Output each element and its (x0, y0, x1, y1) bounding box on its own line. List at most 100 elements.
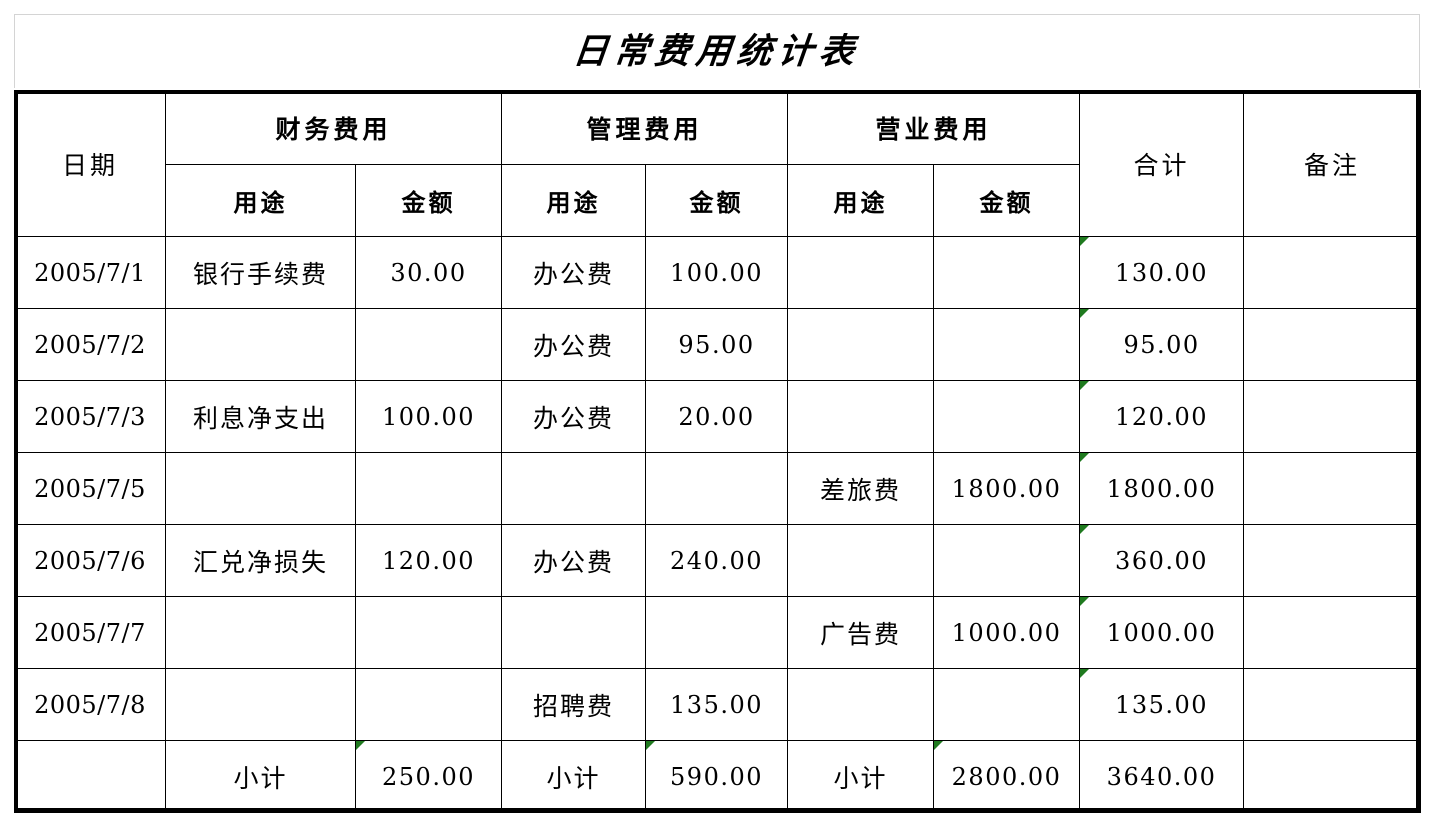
cell-date[interactable]: 2005/7/7 (14, 596, 166, 669)
cell-admin-amount[interactable]: 95.00 (645, 308, 789, 381)
cell-finance-amount-text: 100.00 (382, 402, 475, 431)
cell-finance-use[interactable]: 银行手续费 (165, 236, 356, 309)
cell-admin-use[interactable]: 办公费 (501, 236, 647, 309)
cell-sales-use[interactable] (787, 380, 935, 453)
cell-admin-use[interactable]: 招聘费 (501, 668, 647, 741)
cell-finance-amount[interactable]: 120.00 (354, 524, 503, 597)
cell-finance-amount[interactable] (354, 668, 503, 741)
cell-admin-use[interactable] (501, 596, 647, 669)
cell-sales-amount[interactable] (933, 308, 1081, 381)
cell-total[interactable]: 95.00 (1079, 308, 1245, 381)
cell-admin-use[interactable] (501, 452, 647, 525)
cell-finance-use-text: 利息净支出 (192, 405, 328, 433)
cell-note[interactable] (1243, 668, 1422, 741)
cell-total[interactable]: 360.00 (1079, 524, 1245, 597)
cell-sales-amount-text: 2800.00 (951, 762, 1062, 791)
cell-total-text: 360.00 (1115, 546, 1209, 575)
cell-sales-use[interactable]: 差旅费 (787, 452, 935, 525)
cell-date[interactable]: 2005/7/6 (14, 524, 166, 597)
cell-note[interactable] (1243, 740, 1422, 813)
cell-admin-amount[interactable]: 240.00 (645, 524, 789, 597)
column-group-header-admin: 管理费用 (501, 90, 789, 165)
cell-finance-use[interactable] (165, 668, 356, 741)
cell-sales-amount[interactable] (933, 668, 1081, 741)
cell-total-text: 95.00 (1123, 330, 1200, 359)
cell-note[interactable] (1243, 236, 1422, 309)
cell-total[interactable]: 135.00 (1079, 668, 1245, 741)
table-row: 2005/7/2 办公费 95.00 95.00 (14, 308, 1422, 381)
cell-date[interactable]: 2005/7/3 (14, 380, 166, 453)
cell-note[interactable] (1243, 380, 1422, 453)
cell-admin-amount[interactable] (645, 452, 789, 525)
cell-sales-use-text: 广告费 (820, 621, 902, 649)
expense-table-wrapper: 日期 财务费用 管理费用 营业费用 合计 备注 用途 金额 用途 金额 用途 金… (14, 90, 1422, 813)
cell-admin-use[interactable]: 办公费 (501, 524, 647, 597)
cell-date-text: 2005/7/7 (34, 618, 146, 647)
formula-marker-icon (1080, 237, 1090, 246)
column-header-admin-use: 用途 (501, 164, 647, 237)
cell-finance-amount[interactable] (354, 596, 503, 669)
cell-admin-amount-text: 135.00 (670, 690, 764, 719)
cell-finance-amount[interactable] (354, 452, 503, 525)
cell-total[interactable]: 120.00 (1079, 380, 1245, 453)
formula-marker-icon (1080, 597, 1090, 606)
cell-finance-amount[interactable] (354, 308, 503, 381)
column-group-header-sales: 营业费用 (787, 90, 1081, 165)
cell-sales-use[interactable] (787, 668, 935, 741)
cell-sales-use[interactable]: 小计 (787, 740, 935, 813)
formula-marker-icon (356, 741, 365, 750)
cell-admin-amount[interactable] (645, 596, 789, 669)
cell-date[interactable]: 2005/7/2 (14, 308, 166, 381)
cell-total[interactable]: 1000.00 (1079, 596, 1245, 669)
cell-admin-use[interactable]: 小计 (501, 740, 647, 813)
cell-finance-use[interactable] (165, 452, 356, 525)
cell-admin-amount-text: 240.00 (670, 546, 764, 575)
cell-note[interactable] (1243, 308, 1422, 381)
cell-sales-use[interactable] (787, 524, 935, 597)
cell-note[interactable] (1243, 524, 1422, 597)
cell-finance-use[interactable]: 汇兑净损失 (165, 524, 356, 597)
cell-sales-amount[interactable]: 1800.00 (933, 452, 1081, 525)
cell-admin-use-text: 办公费 (533, 261, 615, 289)
cell-admin-use[interactable]: 办公费 (501, 380, 647, 453)
sheet-title-band: 日常费用统计表 (14, 14, 1420, 88)
cell-total[interactable]: 130.00 (1079, 236, 1245, 309)
cell-date-text: 2005/7/3 (34, 402, 146, 431)
cell-sales-use[interactable] (787, 236, 935, 309)
cell-sales-amount-text: 1800.00 (951, 474, 1062, 503)
cell-sales-use[interactable]: 广告费 (787, 596, 935, 669)
cell-admin-amount[interactable]: 590.00 (645, 740, 789, 813)
cell-admin-use-text: 办公费 (533, 405, 615, 433)
cell-sales-amount[interactable]: 2800.00 (933, 740, 1081, 813)
cell-admin-amount[interactable]: 100.00 (645, 236, 789, 309)
cell-sales-amount[interactable] (933, 236, 1081, 309)
cell-admin-amount[interactable]: 20.00 (645, 380, 789, 453)
cell-admin-use-text: 办公费 (533, 549, 615, 577)
cell-total[interactable]: 3640.00 (1079, 740, 1245, 813)
cell-date[interactable]: 2005/7/1 (14, 236, 166, 309)
cell-note[interactable] (1243, 452, 1422, 525)
cell-note[interactable] (1243, 596, 1422, 669)
cell-finance-use[interactable] (165, 596, 356, 669)
cell-admin-use-text: 招聘费 (533, 693, 615, 721)
cell-finance-amount[interactable]: 100.00 (354, 380, 503, 453)
cell-date[interactable]: 2005/7/5 (14, 452, 166, 525)
cell-finance-amount[interactable]: 30.00 (354, 236, 503, 309)
table-row: 2005/7/5 差旅费 1800.00 1800.00 (14, 452, 1422, 525)
spreadsheet-canvas: 日常费用统计表 日期 财务费用 管理费用 营业费用 合计 备注 用途 金额 用途… (0, 0, 1436, 828)
cell-date[interactable] (14, 740, 166, 813)
cell-finance-amount[interactable]: 250.00 (354, 740, 503, 813)
cell-admin-amount[interactable]: 135.00 (645, 668, 789, 741)
cell-sales-use[interactable] (787, 308, 935, 381)
cell-finance-use[interactable] (165, 308, 356, 381)
cell-finance-use[interactable]: 利息净支出 (165, 380, 356, 453)
cell-total[interactable]: 1800.00 (1079, 452, 1245, 525)
cell-sales-amount[interactable] (933, 524, 1081, 597)
cell-finance-use-text: 小计 (233, 765, 288, 793)
cell-admin-amount-text: 95.00 (678, 330, 755, 359)
cell-date[interactable]: 2005/7/8 (14, 668, 166, 741)
cell-admin-use[interactable]: 办公费 (501, 308, 647, 381)
cell-sales-amount[interactable]: 1000.00 (933, 596, 1081, 669)
cell-sales-amount[interactable] (933, 380, 1081, 453)
cell-finance-use[interactable]: 小计 (165, 740, 356, 813)
